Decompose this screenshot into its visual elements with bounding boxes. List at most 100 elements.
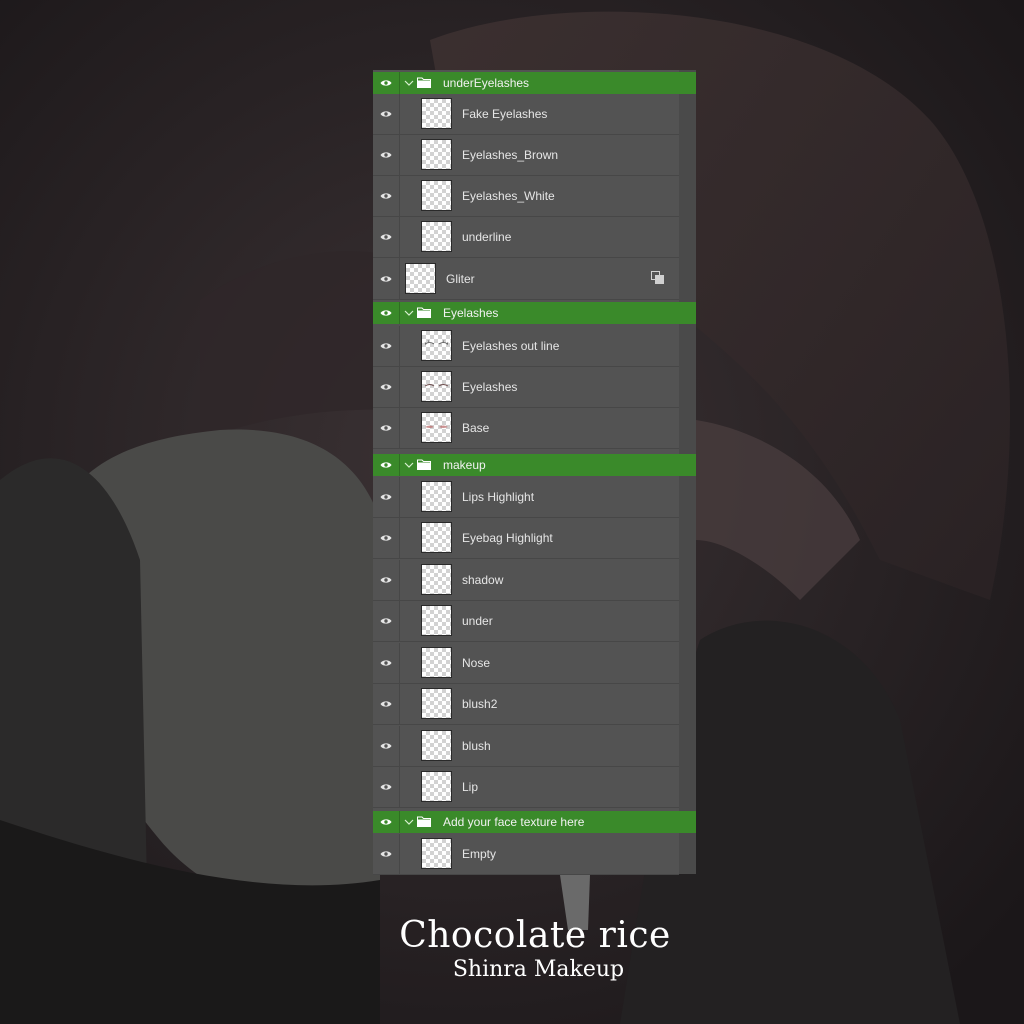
eye-icon: [380, 343, 392, 349]
group-row-eyelashes[interactable]: Eyelashes: [373, 302, 696, 324]
layer-row[interactable]: blush: [373, 726, 679, 767]
visibility-toggle[interactable]: [373, 94, 400, 134]
visibility-toggle[interactable]: [373, 601, 400, 641]
layer-row[interactable]: underline: [373, 217, 679, 258]
layer-name: Eyelashes out line: [462, 339, 560, 353]
layer-row[interactable]: Eyelashes_White: [373, 176, 679, 217]
layer-thumbnail: [421, 838, 452, 869]
layer-name: Lip: [462, 780, 479, 794]
layer-thumbnail: [405, 263, 436, 294]
layer-thumbnail: [421, 771, 452, 802]
visibility-toggle[interactable]: [373, 767, 400, 807]
layer-row[interactable]: Eyebag Highlight: [373, 518, 679, 559]
layer-row[interactable]: Eyelashes_Brown: [373, 135, 679, 176]
layer-name: Lips Highlight: [462, 490, 535, 504]
folder-icon: [417, 459, 431, 470]
layer-name: Eyelashes_Brown: [462, 148, 559, 162]
product-title: Chocolate rice: [399, 915, 671, 956]
eye-icon: [380, 851, 392, 857]
visibility-toggle[interactable]: [373, 217, 400, 257]
chevron-down-icon[interactable]: [404, 309, 414, 317]
visibility-toggle[interactable]: [373, 834, 400, 874]
eyelash-outline-preview: [424, 339, 449, 346]
visibility-toggle[interactable]: [373, 643, 400, 683]
visibility-toggle[interactable]: [373, 72, 400, 94]
layer-thumbnail: [421, 647, 452, 678]
visibility-toggle[interactable]: [373, 518, 400, 558]
layer-row[interactable]: Lip: [373, 767, 679, 808]
visibility-toggle[interactable]: [373, 454, 400, 476]
layer-name: Eyelashes_White: [462, 189, 555, 203]
visibility-toggle[interactable]: [373, 326, 400, 366]
layer-name: Nose: [462, 656, 491, 670]
group-row-undereyelashes[interactable]: underEyelashes: [373, 72, 696, 94]
layer-name: Base: [462, 421, 490, 435]
layer-row[interactable]: Lips Highlight: [373, 477, 679, 518]
visibility-toggle[interactable]: [373, 477, 400, 517]
visibility-toggle[interactable]: [373, 302, 400, 324]
layer-thumbnail: [421, 522, 452, 553]
layer-row-gliter[interactable]: Gliter: [373, 258, 679, 300]
smart-object-icon: [651, 271, 664, 284]
layer-row[interactable]: Nose: [373, 643, 679, 684]
eye-icon: [380, 577, 392, 583]
eye-icon: [380, 425, 392, 431]
layer-row[interactable]: shadow: [373, 560, 679, 601]
layer-name: under: [462, 614, 493, 628]
visibility-toggle[interactable]: [373, 367, 400, 407]
eye-icon: [380, 535, 392, 541]
eye-icon: [380, 494, 392, 500]
layer-thumbnail: [421, 139, 452, 170]
chevron-down-icon[interactable]: [404, 79, 414, 87]
visibility-toggle[interactable]: [373, 684, 400, 724]
eye-icon: [380, 701, 392, 707]
layer-row[interactable]: Empty: [373, 834, 679, 875]
layer-row[interactable]: under: [373, 601, 679, 642]
layer-thumbnail: [421, 371, 452, 402]
layer-name: Gliter: [446, 272, 475, 286]
layer-name: shadow: [462, 573, 504, 587]
layer-row[interactable]: Base: [373, 408, 679, 449]
eye-icon: [380, 384, 392, 390]
layer-name: Eyebag Highlight: [462, 531, 553, 545]
eye-icon: [380, 111, 392, 117]
layer-row[interactable]: blush2: [373, 684, 679, 725]
layer-name: Fake Eyelashes: [462, 107, 548, 121]
group-row-makeup[interactable]: makeup: [373, 454, 696, 476]
layer-thumbnail: [421, 605, 452, 636]
layer-thumbnail: [421, 688, 452, 719]
layer-row[interactable]: Eyelashes: [373, 367, 679, 408]
layer-thumbnail: [421, 412, 452, 443]
product-subtitle: Shinra Makeup: [452, 957, 625, 982]
visibility-toggle[interactable]: [373, 560, 400, 600]
group-row-face-texture[interactable]: Add your face texture here: [373, 811, 696, 833]
eye-icon: [380, 80, 392, 86]
visibility-toggle[interactable]: [373, 408, 400, 448]
group-name: makeup: [443, 458, 486, 472]
layer-thumbnail: [421, 180, 452, 211]
layer-thumbnail: [421, 730, 452, 761]
chevron-down-icon[interactable]: [404, 818, 414, 826]
layer-row[interactable]: Eyelashes out line: [373, 326, 679, 367]
visibility-toggle[interactable]: [373, 811, 400, 833]
group-name: Add your face texture here: [443, 815, 585, 829]
eye-icon: [380, 234, 392, 240]
layer-name: underline: [462, 230, 512, 244]
eye-icon: [380, 743, 392, 749]
chevron-down-icon[interactable]: [404, 461, 414, 469]
layer-row[interactable]: Fake Eyelashes: [373, 94, 679, 135]
layer-name: Empty: [462, 847, 497, 861]
visibility-toggle[interactable]: [373, 726, 400, 766]
layer-name: blush: [462, 739, 491, 753]
group-name: Eyelashes: [443, 306, 499, 320]
eye-icon: [380, 152, 392, 158]
layer-thumbnail: [421, 221, 452, 252]
eye-icon: [380, 275, 392, 282]
eye-icon: [380, 784, 392, 790]
layer-thumbnail: [421, 330, 452, 361]
visibility-toggle[interactable]: [373, 258, 400, 299]
layer-thumbnail: [421, 564, 452, 595]
eyelash-preview: [424, 384, 449, 387]
visibility-toggle[interactable]: [373, 176, 400, 216]
visibility-toggle[interactable]: [373, 135, 400, 175]
